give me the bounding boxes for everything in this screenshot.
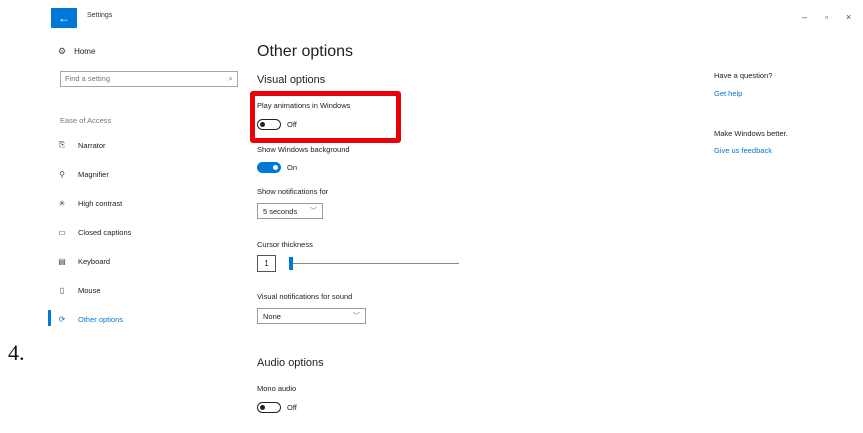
visual-notifications-value: None — [263, 311, 281, 321]
mono-audio-toggle[interactable] — [257, 402, 281, 413]
mono-audio-state: Off — [287, 403, 297, 412]
search-placeholder: Find a setting — [65, 74, 111, 83]
help-question: Have a question? — [714, 71, 773, 80]
cursor-thickness-slider-thumb[interactable] — [289, 257, 293, 270]
search-input[interactable]: Find a setting ⌕ — [60, 71, 238, 87]
sidebar-home[interactable]: ⚙ Home — [58, 46, 95, 57]
cursor-thickness-label: Cursor thickness — [257, 240, 313, 249]
show-background-label: Show Windows background — [257, 145, 350, 154]
active-indicator — [48, 310, 51, 326]
improve-text: Make Windows better. — [714, 129, 788, 138]
mouse-icon: ▯ — [59, 285, 65, 295]
sidebar-item-magnifier[interactable]: ⚲ Magnifier — [58, 167, 109, 181]
sidebar-item-label: Mouse — [78, 285, 101, 295]
notifications-label: Show notifications for — [257, 187, 329, 196]
audio-options-heading: Audio options — [257, 357, 324, 369]
visual-options-heading: Visual options — [257, 74, 326, 86]
page-title: Other options — [257, 43, 354, 60]
sidebar-item-keyboard[interactable]: ▤ Keyboard — [58, 254, 110, 268]
notifications-dropdown[interactable]: 5 seconds ﹀ — [257, 203, 323, 219]
cursor-thickness-slider-track[interactable] — [293, 263, 459, 264]
home-label: Home — [74, 47, 96, 56]
sidebar-item-other-options[interactable]: ⟳ Other options — [58, 312, 123, 326]
mono-audio-label: Mono audio — [257, 384, 297, 393]
sidebar-item-narrator[interactable]: ⎘ Narrator — [58, 138, 106, 152]
minimize-button[interactable]: – — [802, 11, 807, 23]
sidebar-item-label: Other options — [78, 314, 124, 324]
list-number: 4. — [8, 340, 25, 365]
sidebar-item-label: Narrator — [78, 140, 106, 150]
maximize-button[interactable]: ▫ — [825, 11, 828, 23]
narrator-icon: ⎘ — [58, 140, 66, 149]
other-options-icon: ⟳ — [58, 314, 66, 324]
show-background-toggle-row[interactable]: On — [257, 162, 297, 173]
chevron-down-icon: ﹀ — [353, 313, 360, 320]
search-icon: ⌕ — [228, 74, 233, 83]
notifications-value: 5 seconds — [263, 206, 298, 216]
home-gear-icon: ⚙ — [58, 46, 67, 56]
visual-notifications-label: Visual notifications for sound — [257, 292, 353, 301]
high-contrast-icon: ✳ — [58, 198, 66, 208]
highlight-box — [250, 91, 401, 143]
chevron-down-icon: ﹀ — [310, 208, 317, 215]
window-title: Settings — [87, 12, 113, 19]
visual-notifications-dropdown[interactable]: None ﹀ — [257, 308, 366, 324]
get-help-link[interactable]: Get help — [714, 89, 742, 98]
back-button[interactable]: ← — [51, 8, 77, 28]
cursor-thickness-preview: 1 — [257, 255, 276, 272]
title-bar: ← Settings – ▫ × — [0, 0, 863, 36]
sidebar-item-high-contrast[interactable]: ✳ High contrast — [58, 196, 123, 210]
sidebar-item-label: High contrast — [78, 198, 123, 208]
keyboard-icon: ▤ — [58, 256, 66, 266]
closed-captions-icon: ▭ — [58, 227, 66, 237]
magnifier-icon: ⚲ — [59, 169, 65, 179]
section-label: Ease of Access — [60, 116, 112, 125]
show-background-state: On — [287, 163, 298, 172]
sidebar-item-label: Magnifier — [78, 169, 109, 179]
back-arrow-icon: ← — [58, 11, 70, 25]
mono-audio-toggle-row[interactable]: Off — [257, 402, 297, 413]
sidebar-item-label: Keyboard — [78, 256, 111, 266]
sidebar-item-mouse[interactable]: ▯ Mouse — [58, 283, 101, 297]
sidebar-item-closed-captions[interactable]: ▭ Closed captions — [58, 225, 131, 239]
close-button[interactable]: × — [846, 11, 851, 23]
feedback-link[interactable]: Give us feedback — [714, 146, 772, 155]
sidebar-item-label: Closed captions — [78, 227, 132, 237]
show-background-toggle[interactable] — [257, 162, 281, 173]
